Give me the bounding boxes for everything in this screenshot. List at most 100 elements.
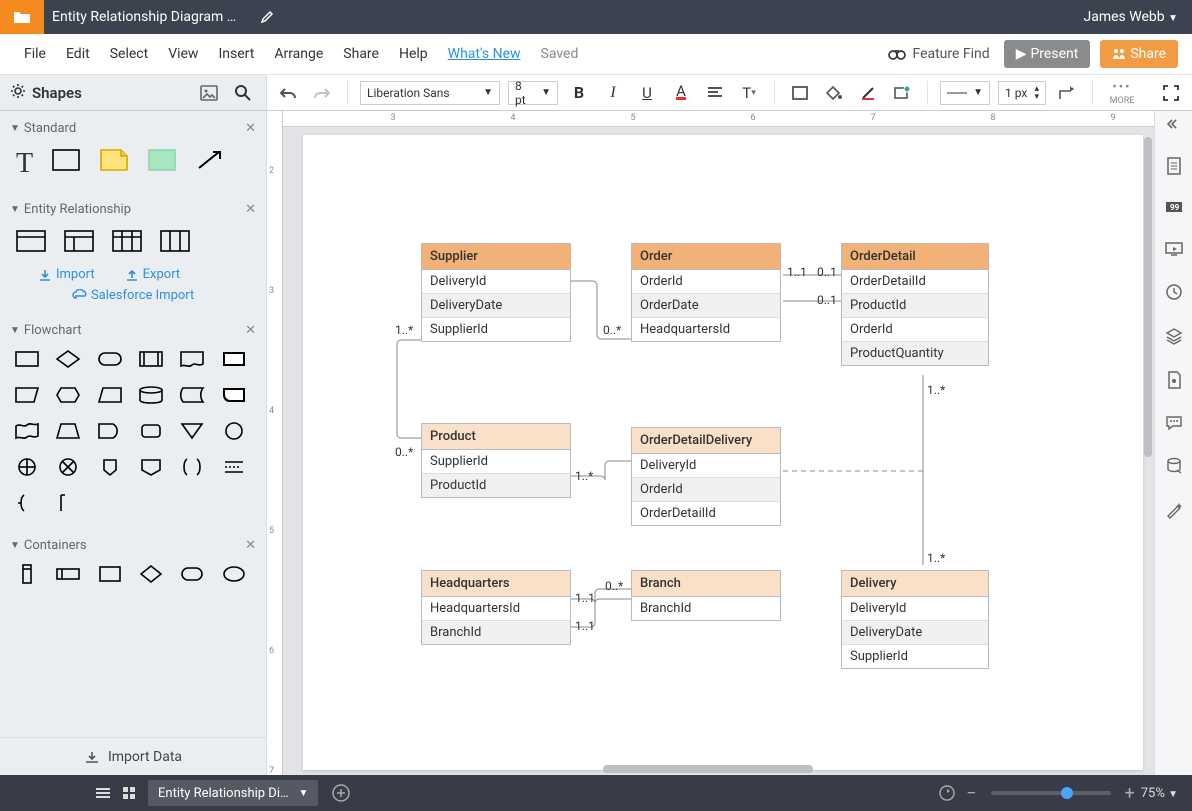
text-color-button[interactable]: A [668, 80, 694, 106]
fc-shape[interactable] [55, 420, 86, 446]
collapse-rail-icon[interactable] [1167, 117, 1181, 135]
fc-shape[interactable] [97, 384, 128, 410]
section-containers-header[interactable]: ▼Containers✕ [0, 528, 266, 559]
vertical-scrollbar[interactable] [1144, 137, 1152, 457]
er-shape-3[interactable] [112, 229, 142, 253]
feature-find[interactable]: Feature Find [888, 46, 989, 62]
underline-button[interactable]: U [634, 80, 660, 106]
fc-shape[interactable] [221, 456, 252, 482]
er-shape-1[interactable] [16, 229, 46, 253]
fc-shape[interactable] [179, 348, 210, 374]
user-menu[interactable]: James Webb ▼ [1084, 9, 1192, 25]
menu-select[interactable]: Select [100, 34, 158, 74]
rename-icon[interactable] [254, 4, 280, 30]
ct-shape[interactable] [221, 563, 252, 589]
ct-shape[interactable] [138, 563, 169, 589]
layers-icon[interactable] [1165, 327, 1183, 349]
er-export-link[interactable]: Export [125, 267, 181, 282]
line-routing-button[interactable] [1054, 80, 1080, 106]
fc-shape[interactable] [55, 348, 86, 374]
entity-delivery[interactable]: Delivery DeliveryId DeliveryDate Supplie… [841, 570, 989, 669]
entity-order[interactable]: Order OrderId OrderDate HeadquartersId [631, 243, 781, 342]
fc-shape[interactable] [55, 384, 86, 410]
line-style-select[interactable]: ▼ [940, 81, 990, 105]
fc-shape[interactable] [97, 420, 128, 446]
share-button[interactable]: Share [1100, 40, 1178, 68]
shape-style-button[interactable] [889, 80, 915, 106]
section-flowchart-header[interactable]: ▼Flowchart✕ [0, 313, 266, 344]
ct-shape[interactable] [179, 563, 210, 589]
bold-button[interactable]: B [566, 80, 592, 106]
shape-rect[interactable] [51, 148, 81, 172]
fc-shape[interactable] [179, 456, 210, 482]
shape-block[interactable] [147, 148, 177, 172]
er-import-link[interactable]: Import [38, 267, 95, 282]
line-width-select[interactable]: 1 px▴▾ [998, 81, 1046, 105]
menu-edit[interactable]: Edit [56, 34, 100, 74]
outline-toggle-icon[interactable] [90, 780, 116, 806]
er-shape-2[interactable] [64, 229, 94, 253]
font-size-select[interactable]: 8 pt▼ [508, 81, 558, 105]
document-title[interactable]: Entity Relationship Diagram Exa… [44, 9, 244, 25]
zoom-slider[interactable] [991, 791, 1111, 795]
fill-button[interactable] [821, 80, 847, 106]
close-icon[interactable]: ✕ [245, 323, 256, 338]
fc-shape[interactable] [14, 456, 45, 482]
comments-icon[interactable]: 99 [1165, 201, 1183, 219]
presentation-icon[interactable] [1165, 241, 1183, 261]
horizontal-scrollbar[interactable] [603, 765, 813, 773]
menu-whats-new[interactable]: What's New [438, 34, 531, 74]
fc-shape[interactable] [138, 384, 169, 410]
app-logo[interactable] [0, 0, 44, 34]
database-icon[interactable] [1165, 457, 1183, 479]
shape-outline-button[interactable] [787, 80, 813, 106]
salesforce-import-link[interactable]: Salesforce Import [0, 288, 266, 313]
menu-insert[interactable]: Insert [208, 34, 264, 74]
ct-shape[interactable] [55, 563, 86, 589]
align-button[interactable] [702, 80, 728, 106]
menu-share[interactable]: Share [333, 34, 389, 74]
entity-branch[interactable]: Branch BranchId [631, 570, 781, 621]
entity-product[interactable]: Product SupplierId ProductId [421, 423, 571, 498]
fc-shape[interactable] [55, 456, 86, 482]
menu-help[interactable]: Help [389, 34, 438, 74]
text-style-button[interactable]: T▾ [736, 80, 762, 106]
shape-arrow[interactable] [195, 148, 225, 172]
fc-shape[interactable] [221, 348, 252, 374]
fc-shape[interactable] [97, 348, 128, 374]
shape-note[interactable] [99, 148, 129, 172]
undo-button[interactable] [275, 80, 301, 106]
redo-button[interactable] [309, 80, 335, 106]
menu-file[interactable]: File [14, 34, 56, 74]
border-color-button[interactable] [855, 80, 881, 106]
zoom-out-button[interactable]: − [966, 783, 976, 804]
ct-shape[interactable] [14, 563, 45, 589]
menu-arrange[interactable]: Arrange [264, 34, 333, 74]
entity-orderdetaildelivery[interactable]: OrderDetailDelivery DeliveryId OrderId O… [631, 427, 781, 526]
present-button[interactable]: ▶Present [1004, 40, 1091, 68]
fc-shape[interactable] [221, 384, 252, 410]
insert-image-icon[interactable] [196, 80, 222, 106]
grid-toggle-icon[interactable] [116, 780, 142, 806]
zoom-level[interactable]: 75% ▼ [1141, 786, 1178, 801]
data-icon[interactable] [1166, 371, 1182, 393]
more-button[interactable]: ••• MORE [1105, 80, 1139, 106]
italic-button[interactable]: I [600, 80, 626, 106]
ct-shape[interactable] [97, 563, 128, 589]
paper[interactable]: Supplier DeliveryId DeliveryDate Supplie… [303, 135, 1143, 770]
chat-icon[interactable] [1165, 415, 1183, 435]
fc-shape[interactable] [138, 348, 169, 374]
section-standard-header[interactable]: ▼Standard✕ [0, 111, 266, 142]
page-settings-icon[interactable] [1166, 157, 1182, 179]
entity-orderdetail[interactable]: OrderDetail OrderDetailId ProductId Orde… [841, 243, 989, 366]
entity-headquarters[interactable]: Headquarters HeadquartersId BranchId [421, 570, 571, 645]
fc-shape[interactable] [138, 420, 169, 446]
menu-view[interactable]: View [158, 34, 208, 74]
close-icon[interactable]: ✕ [245, 538, 256, 553]
shape-text[interactable]: T [16, 148, 33, 180]
fc-shape[interactable] [179, 420, 210, 446]
add-page-button[interactable] [328, 780, 354, 806]
fc-shape[interactable] [14, 420, 45, 446]
entity-supplier[interactable]: Supplier DeliveryId DeliveryDate Supplie… [421, 243, 571, 342]
fc-shape[interactable] [14, 348, 45, 374]
